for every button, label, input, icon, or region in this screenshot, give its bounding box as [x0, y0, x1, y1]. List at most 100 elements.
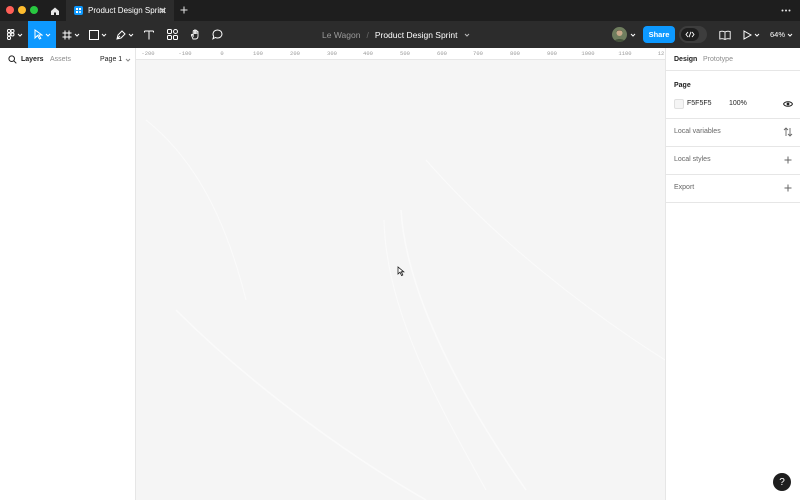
divider [666, 146, 800, 147]
breadcrumb-file-name[interactable]: Product Design Sprint [375, 30, 458, 40]
page-selector-label: Page 1 [100, 56, 123, 63]
chevron-down-icon [45, 33, 50, 37]
help-button[interactable]: ? [773, 473, 791, 491]
tab-title: Product Design Sprint [88, 6, 166, 15]
toolbar: Le Wagon / Product Design Sprint Share 6… [0, 21, 800, 48]
design-canvas[interactable] [136, 60, 665, 500]
resources-tool-button[interactable] [165, 21, 179, 48]
mouse-cursor-icon [397, 266, 405, 277]
shape-tool-button[interactable] [87, 21, 109, 48]
properties-panel: Design Prototype Page F5F5F5 100% Local … [665, 48, 800, 500]
canvas-faint-lines [145, 119, 665, 500]
ruler-label: 900 [547, 50, 557, 57]
page-fill-hex[interactable]: F5F5F5 [687, 100, 712, 107]
code-brackets-icon [681, 28, 699, 41]
tab-close-icon[interactable] [157, 5, 167, 15]
plus-icon[interactable] [783, 183, 793, 193]
eye-icon[interactable] [783, 100, 793, 108]
chevron-down-icon [17, 33, 23, 37]
breadcrumb-separator: / [366, 29, 369, 40]
divider [666, 174, 800, 175]
tab-assets[interactable]: Assets [50, 56, 71, 63]
breadcrumb-team[interactable]: Le Wagon [322, 30, 360, 40]
comment-tool-button[interactable] [210, 21, 224, 48]
chevron-down-icon [125, 58, 131, 62]
ruler-label: 700 [473, 50, 483, 57]
play-icon [743, 30, 752, 40]
resources-icon [166, 29, 178, 40]
ruler-label: 600 [437, 50, 447, 57]
frame-tool-button[interactable] [60, 21, 82, 48]
tab-layers[interactable]: Layers [21, 56, 44, 63]
text-t-icon [144, 30, 154, 39]
local-styles-label[interactable]: Local styles [674, 156, 711, 163]
chevron-down-icon [754, 33, 760, 37]
comment-bubble-icon [211, 29, 223, 40]
divider [666, 118, 800, 119]
page-section-title: Page [674, 82, 691, 89]
divider [666, 70, 800, 71]
page-fill-opacity[interactable]: 100% [729, 100, 747, 107]
hand-tool-button[interactable] [188, 21, 202, 48]
home-button[interactable] [46, 2, 64, 19]
chevron-down-icon [787, 33, 793, 37]
search-icon[interactable] [8, 55, 17, 64]
chevron-down-icon [101, 33, 107, 37]
variables-adjust-icon[interactable] [783, 127, 793, 137]
more-dots-icon[interactable] [780, 4, 792, 16]
horizontal-ruler: -200 -100 0 100 200 300 400 500 600 700 … [136, 48, 665, 60]
ruler-label: 1100 [618, 50, 632, 57]
tab-design[interactable]: Design [674, 56, 697, 63]
home-icon [51, 7, 59, 15]
rectangle-icon [89, 29, 99, 40]
ruler-label: 800 [510, 50, 520, 57]
figma-file-icon [74, 6, 83, 15]
file-tab[interactable]: Product Design Sprint [66, 0, 174, 21]
zoom-level: 64% [770, 30, 786, 39]
cursor-arrow-icon [34, 29, 43, 40]
breadcrumb: Le Wagon / Product Design Sprint [322, 21, 470, 48]
window-minimize-button[interactable] [18, 6, 26, 14]
pen-tool-button[interactable] [114, 21, 136, 48]
ruler-label: 300 [327, 50, 337, 57]
chevron-down-icon [128, 33, 134, 37]
local-variables-label[interactable]: Local variables [674, 128, 721, 135]
library-button[interactable] [718, 28, 732, 42]
pen-nib-icon [116, 29, 126, 40]
divider [666, 202, 800, 203]
ruler-label: 0 [220, 50, 224, 57]
ruler-label: 1000 [581, 50, 595, 57]
zoom-menu[interactable]: 64% [770, 21, 793, 48]
layers-panel: Layers Assets Page 1 [0, 48, 136, 500]
plus-icon[interactable] [783, 155, 793, 165]
ruler-label: -100 [178, 50, 192, 57]
ruler-label: 500 [400, 50, 410, 57]
text-tool-button[interactable] [142, 21, 156, 48]
plus-icon[interactable] [178, 4, 190, 16]
share-button[interactable]: Share [643, 26, 675, 43]
ruler-label: 100 [253, 50, 263, 57]
window-maximize-button[interactable] [30, 6, 38, 14]
title-bar: Product Design Sprint [0, 0, 800, 21]
page-selector[interactable]: Page 1 [100, 56, 131, 63]
move-tool-button[interactable] [28, 21, 56, 48]
present-button[interactable] [743, 28, 763, 42]
chevron-down-icon[interactable] [630, 32, 636, 38]
window-close-button[interactable] [6, 6, 14, 14]
ruler-label: 400 [363, 50, 373, 57]
open-book-icon [719, 30, 731, 40]
figma-logo-icon [7, 29, 15, 40]
ruler-label: -200 [141, 50, 155, 57]
ruler-label: 200 [290, 50, 300, 57]
main-menu-button[interactable] [4, 21, 26, 48]
frame-hash-icon [62, 30, 72, 39]
page-fill-swatch[interactable] [674, 99, 684, 109]
dev-mode-toggle[interactable] [679, 26, 707, 43]
tab-prototype[interactable]: Prototype [703, 56, 733, 63]
ruler-label: 12 [657, 50, 665, 57]
chevron-down-icon [74, 33, 80, 37]
avatar[interactable] [612, 27, 627, 42]
export-label[interactable]: Export [674, 184, 694, 191]
hand-icon [190, 29, 198, 40]
chevron-down-icon[interactable] [464, 32, 470, 38]
